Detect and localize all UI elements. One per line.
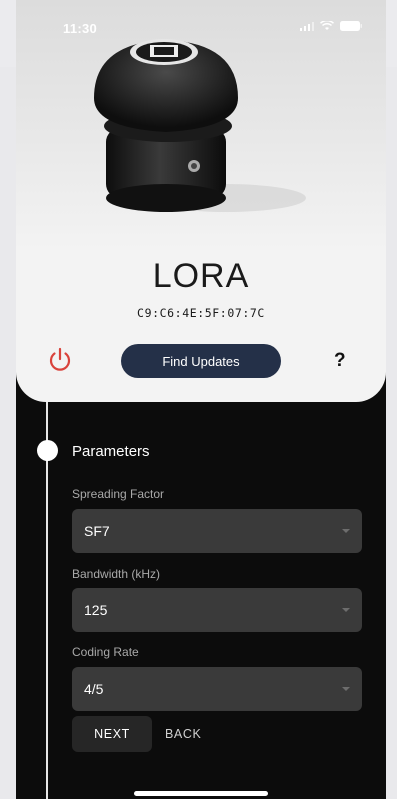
device-mac-address: C9:C6:4E:5F:07:7C (137, 306, 265, 320)
phone-screen: 11:30 LORA C9:C6:4E:5F:07:7C Find Update… (16, 0, 386, 799)
device-name: LORA (152, 257, 250, 295)
home-indicator (134, 791, 268, 796)
step-title: Parameters (72, 443, 150, 460)
wifi-icon (320, 21, 334, 30)
power-button[interactable] (46, 346, 74, 374)
coding-rate-select[interactable]: 4/5 (72, 667, 362, 711)
bandwidth-select[interactable]: 125 (72, 588, 362, 632)
device-photo: 11:30 (16, 0, 386, 250)
bandwidth-label: Bandwidth (kHz) (72, 567, 161, 581)
dropdown-caret-icon (342, 529, 350, 533)
next-button[interactable]: NEXT (72, 716, 152, 752)
device-header-card: 11:30 LORA C9:C6:4E:5F:07:7C Find Update… (16, 0, 386, 402)
spreading-factor-value: SF7 (84, 523, 110, 539)
status-icons (300, 21, 362, 31)
spreading-factor-label: Spreading Factor (72, 487, 165, 501)
status-time: 11:30 (63, 21, 98, 36)
find-updates-button[interactable]: Find Updates (121, 344, 281, 378)
dropdown-caret-icon (342, 687, 350, 691)
step-indicator-dot (37, 440, 58, 461)
help-button[interactable]: ? (334, 350, 346, 372)
stepper-line (46, 402, 48, 799)
coding-rate-value: 4/5 (84, 681, 104, 697)
lora-device-image (94, 39, 306, 212)
coding-rate-label: Coding Rate (72, 645, 139, 659)
power-icon (49, 347, 71, 371)
dropdown-caret-icon (342, 608, 350, 612)
back-button[interactable]: BACK (165, 727, 201, 741)
signal-icon (300, 22, 314, 31)
bandwidth-value: 125 (84, 602, 108, 618)
battery-icon (340, 21, 362, 31)
spreading-factor-select[interactable]: SF7 (72, 509, 362, 553)
